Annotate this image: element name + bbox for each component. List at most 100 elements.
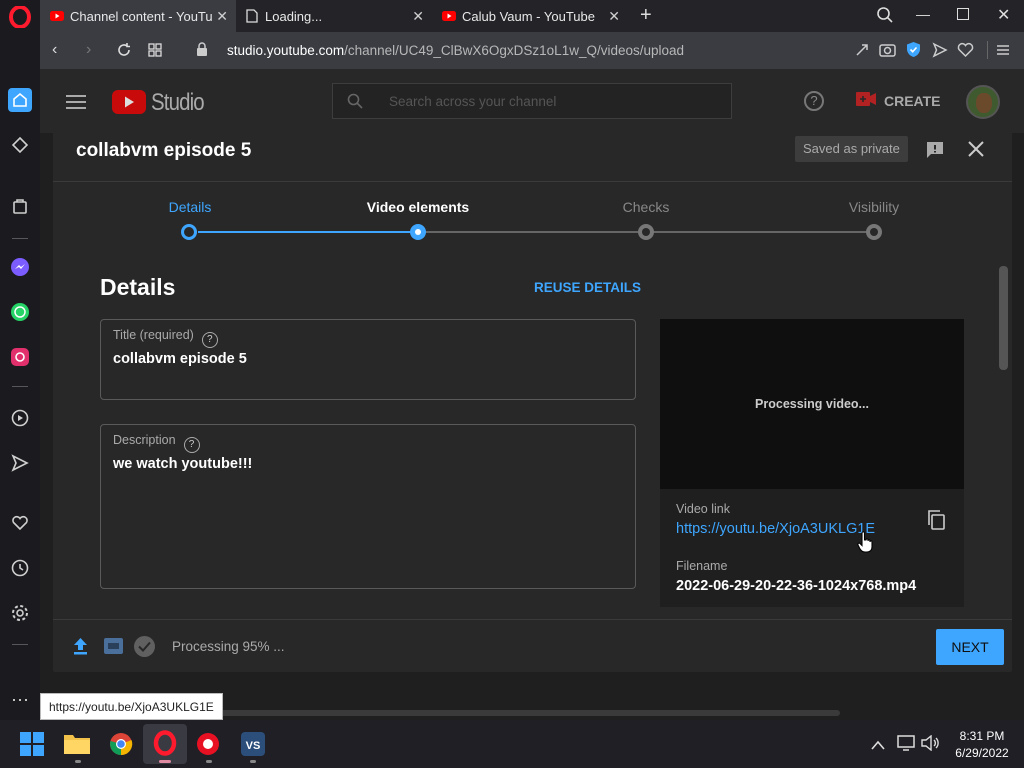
- reload-icon[interactable]: [116, 42, 132, 63]
- network-icon[interactable]: [897, 735, 915, 756]
- instagram-icon[interactable]: [8, 345, 32, 369]
- camera-snapshot-icon[interactable]: [879, 42, 896, 62]
- tab-channel-content[interactable]: Channel content - YouTube ✕: [40, 0, 236, 32]
- tab-calub-vaum[interactable]: Calub Vaum - YouTube ✕: [432, 0, 628, 32]
- heart-icon[interactable]: [8, 511, 32, 535]
- upload-status-icon[interactable]: [72, 637, 89, 661]
- close-tab-icon[interactable]: ✕: [216, 8, 228, 25]
- sidebar-divider: [12, 238, 28, 239]
- next-button[interactable]: NEXT: [936, 629, 1004, 665]
- taskbar-clock-date[interactable]: 6/29/2022: [950, 746, 1014, 760]
- history-icon[interactable]: [8, 556, 32, 580]
- adblock-shield-icon[interactable]: [906, 41, 921, 63]
- checks-status-icon[interactable]: [134, 636, 155, 657]
- youtube-favicon-icon: [442, 11, 456, 21]
- reuse-details-button[interactable]: REUSE DETAILS: [534, 280, 641, 295]
- windows-start-icon[interactable]: [20, 732, 44, 761]
- step-video-elements-label[interactable]: Video elements: [338, 199, 498, 215]
- close-tab-icon[interactable]: ✕: [412, 8, 424, 25]
- messenger-icon[interactable]: [8, 255, 32, 279]
- description-field[interactable]: Description? we watch youtube!!!: [100, 424, 636, 589]
- tab-label: Loading...: [265, 8, 323, 24]
- feedback-icon[interactable]: [925, 140, 945, 165]
- tray-chevron-up-icon[interactable]: [871, 737, 885, 755]
- lock-icon[interactable]: [196, 42, 208, 62]
- home-icon[interactable]: [8, 88, 32, 112]
- taskbar-running-indicator: [206, 760, 212, 763]
- filename-label: Filename: [676, 559, 728, 573]
- record-app-icon[interactable]: [196, 732, 220, 761]
- taskbar-clock-time[interactable]: 8:31 PM: [950, 729, 1014, 743]
- opera-logo-icon[interactable]: [8, 5, 32, 29]
- title-help-icon[interactable]: ?: [201, 331, 218, 348]
- video-link[interactable]: https://youtu.be/XjoA3UKLG1E: [676, 521, 875, 537]
- minimize-window-button[interactable]: —: [916, 6, 930, 22]
- back-arrow-icon[interactable]: ‹: [52, 41, 57, 59]
- step-details-label[interactable]: Details: [110, 199, 270, 215]
- hamburger-menu-icon[interactable]: [66, 95, 86, 114]
- dialog-header: collabvm episode 5 Saved as private: [53, 119, 1012, 182]
- account-avatar[interactable]: [966, 85, 1000, 119]
- horizontal-scrollbar[interactable]: [140, 710, 840, 716]
- player-icon[interactable]: [8, 406, 32, 430]
- tab-label: Channel content - YouTube: [70, 8, 213, 24]
- taskbar-running-indicator: [75, 760, 81, 763]
- new-tab-button[interactable]: +: [640, 4, 652, 27]
- close-tab-icon[interactable]: ✕: [608, 8, 620, 25]
- volume-icon[interactable]: [921, 734, 939, 756]
- more-icon[interactable]: ⋯: [8, 688, 32, 712]
- close-dialog-icon[interactable]: [966, 139, 986, 164]
- hd-processing-icon[interactable]: [104, 638, 123, 659]
- description-help-icon[interactable]: ?: [183, 436, 200, 453]
- close-window-button[interactable]: ✕: [997, 5, 1010, 25]
- mouse-hand-cursor-icon: [857, 531, 873, 558]
- create-video-icon[interactable]: [856, 92, 876, 111]
- video-preview-panel: Processing video... Video link https://y…: [660, 319, 964, 607]
- maximize-window-button[interactable]: [957, 8, 969, 20]
- share-icon[interactable]: [854, 42, 870, 63]
- dialog-scrollbar[interactable]: [999, 266, 1008, 370]
- help-icon[interactable]: ?: [804, 91, 824, 111]
- pinboard-icon[interactable]: [8, 133, 32, 157]
- title-field[interactable]: Title (required)? collabvm episode 5: [100, 319, 636, 400]
- dialog-footer: Processing 95% ... NEXT: [53, 619, 1012, 672]
- title-field-value[interactable]: collabvm episode 5: [113, 351, 247, 367]
- whatsapp-icon[interactable]: [8, 300, 32, 324]
- step-visibility-label[interactable]: Visibility: [794, 199, 954, 215]
- url-host: studio.youtube.com: [227, 43, 345, 58]
- sidebar-divider: [12, 386, 28, 387]
- url-field[interactable]: studio.youtube.com/channel/UC49_ClBwX6Og…: [227, 43, 684, 58]
- chrome-icon[interactable]: [109, 732, 133, 761]
- step-video-elements-dot[interactable]: [410, 224, 426, 240]
- settings-gear-icon[interactable]: [8, 601, 32, 625]
- step-details-dot[interactable]: [181, 224, 197, 240]
- youtube-logo-icon[interactable]: [112, 90, 146, 119]
- tab-label: Calub Vaum - YouTube: [462, 8, 595, 24]
- tab-loading[interactable]: Loading... ✕: [236, 0, 432, 32]
- tab-grid-icon[interactable]: [148, 43, 162, 62]
- shopping-bag-icon[interactable]: [8, 194, 32, 218]
- send-icon[interactable]: [8, 451, 32, 475]
- search-tabs-icon[interactable]: [876, 6, 894, 29]
- description-field-value[interactable]: we watch youtube!!!: [113, 456, 252, 472]
- step-checks-label[interactable]: Checks: [566, 199, 726, 215]
- step-visibility-dot[interactable]: [866, 224, 882, 240]
- sidebar-divider: [12, 644, 28, 645]
- link-status-tooltip: https://youtu.be/XjoA3UKLG1E: [40, 693, 223, 720]
- toolbar-divider: [987, 41, 988, 59]
- opera-taskbar-button[interactable]: [143, 724, 187, 764]
- forward-arrow-icon[interactable]: ›: [86, 41, 91, 59]
- studio-logo-text: Studio: [151, 89, 205, 116]
- opera-sidebar: ⋯: [0, 0, 40, 728]
- saved-as-private-badge: Saved as private: [795, 136, 908, 162]
- copy-link-icon[interactable]: [926, 509, 946, 536]
- file-explorer-icon[interactable]: [64, 732, 90, 759]
- step-checks-dot[interactable]: [638, 224, 654, 240]
- studio-search-input[interactable]: Search across your channel: [332, 83, 732, 119]
- send-arrow-icon[interactable]: [932, 42, 948, 63]
- create-button[interactable]: CREATE: [884, 93, 941, 109]
- address-bar: ‹ › studio.youtube.com/channel/UC49_ClBw…: [40, 32, 1024, 69]
- easy-setup-menu-icon[interactable]: [995, 42, 1011, 63]
- favorite-heart-icon[interactable]: [957, 42, 974, 63]
- virtualbox-icon[interactable]: VS: [240, 731, 266, 762]
